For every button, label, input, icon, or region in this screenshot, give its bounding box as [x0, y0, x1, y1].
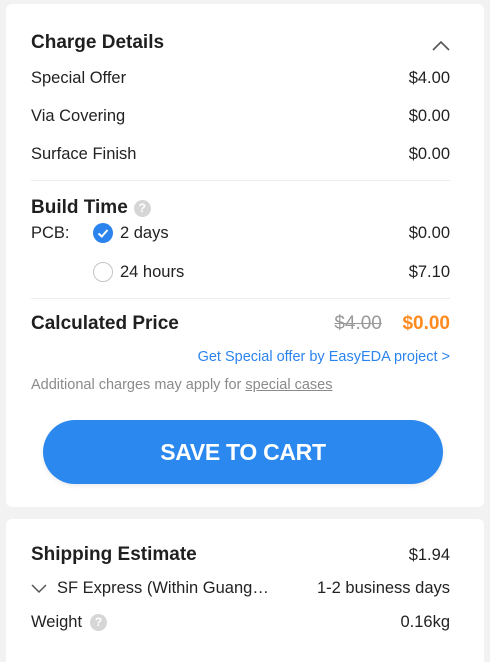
charge-row-surface-finish: Surface Finish $0.00: [31, 145, 450, 164]
check-icon[interactable]: [93, 223, 113, 243]
question-icon[interactable]: ?: [133, 199, 151, 217]
build-option-2-days[interactable]: PCB: 2 days $0.00: [31, 223, 450, 243]
charge-value: $4.00: [408, 69, 450, 87]
note-row: Additional charges may apply for special…: [31, 377, 450, 393]
shipping-estimate-card: Shipping Estimate $1.94 SF Express (With…: [6, 519, 484, 662]
divider: [31, 180, 450, 181]
note-text: Additional charges may apply for: [31, 377, 246, 393]
calculated-price-row: Calculated Price $4.00 $0.00: [31, 313, 450, 335]
shipping-carrier-row[interactable]: SF Express (Within Guang… 1-2 business d…: [31, 579, 450, 598]
old-price: $4.00: [334, 313, 382, 334]
build-option-label: 24 hours: [120, 262, 185, 281]
weight-label: Weight: [31, 613, 83, 631]
build-option-price: $0.00: [408, 223, 450, 242]
save-to-cart-button[interactable]: SAVE TO CART: [43, 420, 443, 484]
charge-details-header[interactable]: Charge Details: [31, 32, 450, 54]
shipping-header: Shipping Estimate $1.94: [31, 544, 450, 566]
build-time-header: Build Time ?: [31, 197, 450, 219]
chevron-up-icon[interactable]: [432, 40, 450, 52]
radio-icon[interactable]: [93, 262, 113, 282]
charge-label: Special Offer: [31, 69, 127, 87]
build-time-title: Build Time: [31, 197, 128, 218]
question-icon[interactable]: ?: [90, 614, 108, 631]
charge-label: Surface Finish: [31, 145, 137, 163]
special-cases-link[interactable]: special cases: [245, 377, 332, 393]
special-offer-link[interactable]: Get Special offer by EasyEDA project >: [198, 349, 450, 365]
build-option-24-hours[interactable]: 24 hours $7.10: [31, 262, 450, 282]
shipping-title: Shipping Estimate: [31, 544, 197, 565]
shipping-carrier: SF Express (Within Guang…: [57, 579, 269, 597]
special-offer-link-row: Get Special offer by EasyEDA project >: [31, 349, 450, 365]
divider: [31, 298, 450, 299]
shipping-price: $1.94: [408, 545, 450, 564]
calculated-price-label: Calculated Price: [31, 313, 179, 334]
pcb-label: PCB:: [31, 223, 70, 242]
new-price: $0.00: [402, 313, 450, 334]
charge-row-via-covering: Via Covering $0.00: [31, 107, 450, 126]
weight-value: 0.16kg: [400, 613, 450, 631]
weight-row: Weight ? 0.16kg: [31, 613, 450, 632]
charge-details-card: Charge Details Special Offer $4.00 Via C…: [6, 4, 484, 507]
charge-details-title: Charge Details: [31, 32, 165, 53]
charge-value: $0.00: [408, 145, 450, 163]
charge-row-special-offer: Special Offer $4.00: [31, 69, 450, 88]
shipping-delivery-time: 1-2 business days: [317, 579, 450, 597]
chevron-down-icon[interactable]: [31, 583, 47, 594]
build-option-price: $7.10: [408, 262, 450, 281]
build-option-label: 2 days: [120, 223, 169, 242]
charge-value: $0.00: [408, 107, 450, 125]
charge-label: Via Covering: [31, 107, 126, 125]
